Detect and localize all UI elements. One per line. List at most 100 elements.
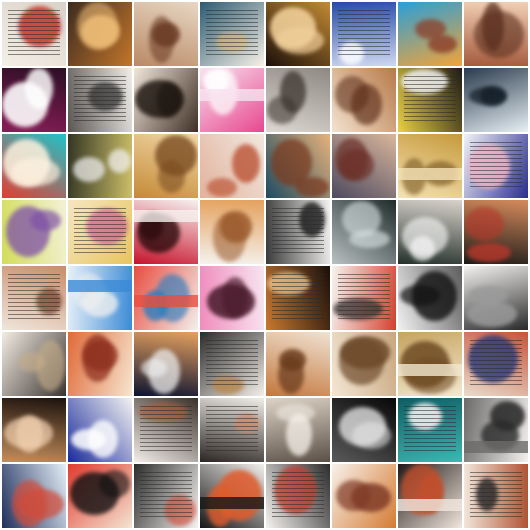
image-tile (464, 200, 528, 264)
image-tile (134, 2, 198, 66)
tile-blob (335, 76, 369, 113)
image-tile (2, 2, 66, 66)
tile-text-lines (404, 76, 456, 124)
image-grid (0, 0, 530, 530)
tile-blob (340, 336, 390, 369)
tile-text-lines (272, 472, 324, 520)
image-tile (68, 266, 132, 330)
image-tile (200, 266, 264, 330)
tile-text-lines (140, 406, 192, 454)
tile-blob (4, 417, 53, 449)
image-tile (398, 68, 462, 132)
image-tile (134, 332, 198, 396)
tile-blob (82, 290, 118, 317)
tile-blob (25, 68, 53, 109)
tile-blob (73, 157, 105, 182)
image-tile (134, 68, 198, 132)
image-tile (134, 200, 198, 264)
tile-text-lines (470, 142, 522, 190)
image-tile (68, 134, 132, 198)
tile-blob (276, 27, 324, 54)
tile-text-lines (74, 208, 126, 256)
image-tile (332, 134, 396, 198)
image-tile (200, 134, 264, 198)
image-tile (266, 332, 330, 396)
image-tile (200, 464, 264, 528)
image-tile (266, 398, 330, 462)
image-tile (464, 464, 528, 528)
tile-blob (207, 178, 237, 197)
tile-blob (339, 407, 386, 446)
tile-blob (335, 138, 368, 180)
tile-band (68, 280, 132, 292)
tile-blob (222, 277, 248, 318)
tile-blob (276, 404, 315, 422)
tile-blob (278, 356, 304, 394)
tile-blob (88, 420, 118, 458)
image-tile (332, 332, 396, 396)
image-tile (68, 398, 132, 462)
image-tile (200, 398, 264, 462)
image-tile (398, 398, 462, 462)
image-tile (332, 398, 396, 462)
image-tile (2, 398, 66, 462)
tile-blob (400, 285, 440, 306)
tile-band (464, 441, 528, 453)
image-tile (68, 200, 132, 264)
tile-blob (18, 352, 45, 372)
tile-blob (474, 11, 524, 58)
tile-text-lines (404, 406, 456, 454)
tile-text-lines (206, 10, 258, 58)
tile-blob (18, 489, 64, 519)
image-tile (2, 332, 66, 396)
tile-blob (70, 472, 119, 515)
image-tile (398, 464, 462, 528)
image-tile (464, 134, 528, 198)
tile-text-lines (8, 274, 60, 322)
image-tile (464, 332, 528, 396)
tile-text-lines (8, 10, 60, 58)
tile-blob (141, 359, 167, 377)
image-tile (200, 200, 264, 264)
tile-band (134, 210, 198, 222)
image-tile (266, 2, 330, 66)
tile-text-lines (140, 472, 192, 520)
image-tile (464, 2, 528, 66)
image-tile (134, 398, 198, 462)
tile-text-lines (272, 274, 324, 322)
tile-blob (467, 301, 517, 327)
image-tile (134, 266, 198, 330)
tile-text-lines (206, 406, 258, 454)
tile-blob (152, 22, 180, 47)
image-tile (200, 332, 264, 396)
image-tile (200, 68, 264, 132)
tile-band (200, 497, 264, 509)
tile-band (398, 168, 462, 180)
image-tile (266, 134, 330, 198)
image-tile (464, 266, 528, 330)
tile-text-lines (338, 10, 390, 58)
tile-blob (220, 211, 252, 243)
image-tile (332, 464, 396, 528)
image-tile (332, 266, 396, 330)
tile-blob (410, 236, 435, 261)
tile-blob (108, 149, 131, 173)
image-tile (266, 464, 330, 528)
tile-band (200, 89, 264, 101)
image-tile (464, 68, 528, 132)
tile-text-lines (206, 340, 258, 388)
image-tile (398, 134, 462, 198)
tile-blob (3, 139, 50, 187)
tile-blob (217, 470, 262, 521)
tile-band (398, 364, 462, 376)
tile-text-lines (338, 274, 390, 322)
image-tile (68, 2, 132, 66)
tile-blob (490, 401, 525, 431)
image-tile (332, 2, 396, 66)
tile-blob (157, 82, 181, 118)
tile-text-lines (470, 340, 522, 388)
tile-band (134, 295, 198, 307)
image-tile (464, 398, 528, 462)
image-tile (200, 2, 264, 66)
tile-blob (6, 206, 50, 257)
